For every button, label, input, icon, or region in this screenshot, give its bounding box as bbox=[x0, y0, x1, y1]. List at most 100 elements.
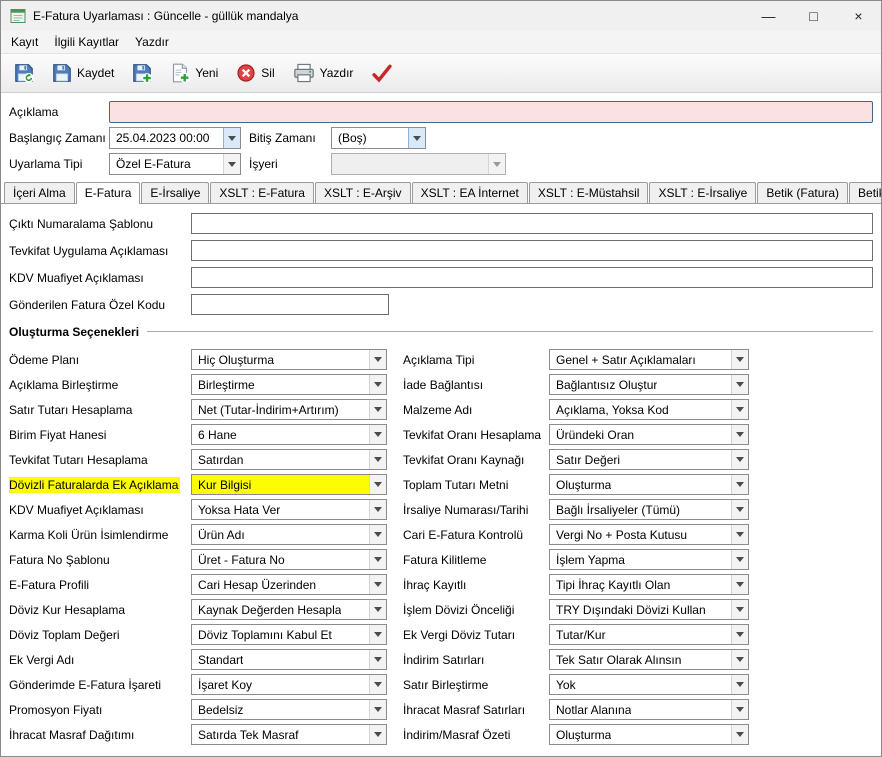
chevron-down-icon bbox=[731, 475, 748, 494]
save-refresh-icon bbox=[14, 63, 34, 83]
sil-button[interactable]: Sil bbox=[228, 58, 282, 88]
approve-icon bbox=[371, 63, 393, 83]
select-kdv-muafiyet-aciklamasi[interactable]: Yoksa Hata Ver bbox=[191, 499, 387, 520]
tab-xslt-e-arsiv[interactable]: XSLT : E-Arşiv bbox=[315, 182, 411, 203]
kaydet-button[interactable]: Kaydet bbox=[44, 58, 122, 88]
options-row: Döviz Kur HesaplamaKaynak Değerden Hesap… bbox=[9, 597, 873, 622]
tab-xslt-e-fatura[interactable]: XSLT : E-Fatura bbox=[210, 182, 314, 203]
select-karma-koli-urun-isimlendirme[interactable]: Ürün Adı bbox=[191, 524, 387, 545]
menu-ilgili-kayitlar[interactable]: İlgili Kayıtlar bbox=[46, 31, 127, 53]
tab-iceri-alma[interactable]: İçeri Alma bbox=[4, 182, 75, 203]
selected-value: 6 Hane bbox=[198, 428, 237, 442]
save-refresh-button[interactable] bbox=[6, 58, 42, 88]
chevron-down-icon bbox=[731, 500, 748, 519]
chevron-down-icon bbox=[731, 400, 748, 419]
label-doviz-kur-hesaplama: Döviz Kur Hesaplama bbox=[9, 603, 191, 617]
save-new-icon bbox=[132, 63, 152, 83]
select-indirim-masraf-ozeti[interactable]: Oluşturma bbox=[549, 724, 749, 745]
tab-xslt-ea-internet[interactable]: XSLT : EA İnternet bbox=[412, 182, 528, 203]
select-birim-fiyat-hanesi[interactable]: 6 Hane bbox=[191, 424, 387, 445]
select-irsaliye-numarasi-tarihi[interactable]: Bağlı İrsaliyeler (Tümü) bbox=[549, 499, 749, 520]
select-islem-dovizi-onceligi[interactable]: TRY Dışındaki Dövizi Kullan bbox=[549, 599, 749, 620]
minimize-button[interactable]: — bbox=[746, 1, 791, 31]
select-gonderimde-e-fatura-isareti[interactable]: İşaret Koy bbox=[191, 674, 387, 695]
yeni-button[interactable]: Yeni bbox=[162, 58, 226, 88]
chevron-down-icon bbox=[488, 154, 505, 174]
chevron-down-icon bbox=[731, 525, 748, 544]
save-icon bbox=[52, 63, 72, 83]
tevkifat-uygulama-aciklamasi-input[interactable] bbox=[191, 240, 873, 261]
tab-e-fatura[interactable]: E-Fatura bbox=[76, 182, 141, 204]
select-fatura-kilitleme[interactable]: İşlem Yapma bbox=[549, 549, 749, 570]
select-toplam-tutari-metni[interactable]: Oluşturma bbox=[549, 474, 749, 495]
tab-betik-fatura[interactable]: Betik (Fatura) bbox=[757, 182, 848, 203]
label-ek-vergi-doviz-tutari: Ek Vergi Döviz Tutarı bbox=[403, 628, 549, 642]
chevron-down-icon bbox=[731, 625, 748, 644]
isyeri-label: İşyeri bbox=[249, 157, 331, 171]
label-toplam-tutari-metni: Toplam Tutarı Metni bbox=[403, 478, 549, 492]
label-karma-koli-urun-isimlendirme: Karma Koli Ürün İsimlendirme bbox=[9, 528, 191, 542]
select-aciklama-birlestirme[interactable]: Birleştirme bbox=[191, 374, 387, 395]
selected-value: Hiç Oluşturma bbox=[198, 353, 274, 367]
cikti-numaralama-sablonu-input[interactable] bbox=[191, 213, 873, 234]
gonderilen-fatura-ozel-kodu-input[interactable] bbox=[191, 294, 389, 315]
select-iade-baglantisi[interactable]: Bağlantısız Oluştur bbox=[549, 374, 749, 395]
field-row: Çıktı Numaralama Şablonu bbox=[9, 213, 873, 234]
select-tevkifat-orani-kaynagi[interactable]: Satır Değeri bbox=[549, 449, 749, 470]
select-ihrac-kayitli[interactable]: Tipi İhraç Kayıtlı Olan bbox=[549, 574, 749, 595]
selected-value: Döviz Toplamını Kabul Et bbox=[198, 628, 332, 642]
selected-value: İşlem Yapma bbox=[556, 553, 625, 567]
tab-xslt-e-mustahsil[interactable]: XSLT : E-Müstahsil bbox=[529, 182, 649, 203]
selected-value: Tutar/Kur bbox=[556, 628, 606, 642]
toolbar: Kaydet YeniSil Yazdır bbox=[1, 53, 881, 93]
close-button[interactable]: × bbox=[836, 1, 881, 31]
delete-icon bbox=[236, 63, 256, 83]
tab-betik-satir[interactable]: Betik (Satır) bbox=[849, 182, 882, 203]
kdv-muafiyet-aciklamasi-input[interactable] bbox=[191, 267, 873, 288]
select-satir-birlestirme[interactable]: Yok bbox=[549, 674, 749, 695]
select-malzeme-adi[interactable]: Açıklama, Yoksa Kod bbox=[549, 399, 749, 420]
select-odeme-plani[interactable]: Hiç Oluşturma bbox=[191, 349, 387, 370]
options-row: Döviz Toplam DeğeriDöviz Toplamını Kabul… bbox=[9, 622, 873, 647]
maximize-button[interactable]: □ bbox=[791, 1, 836, 31]
approve-button[interactable] bbox=[363, 58, 401, 88]
select-doviz-kur-hesaplama[interactable]: Kaynak Değerden Hesapla bbox=[191, 599, 387, 620]
label-odeme-plani: Ödeme Planı bbox=[9, 353, 191, 367]
aciklama-input[interactable] bbox=[109, 101, 873, 123]
select-ek-vergi-adi[interactable]: Standart bbox=[191, 649, 387, 670]
selected-value: Net (Tutar-İndirim+Artırım) bbox=[198, 403, 339, 417]
uyarlama-tipi-select[interactable]: Özel E-Fatura bbox=[109, 153, 241, 175]
select-aciklama-tipi[interactable]: Genel + Satır Açıklamaları bbox=[549, 349, 749, 370]
selected-value: Oluşturma bbox=[556, 478, 611, 492]
select-cari-e-fatura-kontrolu[interactable]: Vergi No + Posta Kutusu bbox=[549, 524, 749, 545]
select-dovizli-faturalarda-ek-aciklama[interactable]: Kur Bilgisi bbox=[191, 474, 387, 495]
select-ihracat-masraf-satirlari[interactable]: Notlar Alanına bbox=[549, 699, 749, 720]
yazdir-button[interactable]: Yazdır bbox=[285, 58, 362, 88]
selected-value: TRY Dışındaki Dövizi Kullan bbox=[556, 603, 706, 617]
select-tevkifat-tutari-hesaplama[interactable]: Satırdan bbox=[191, 449, 387, 470]
bitis-zamani-select[interactable]: (Boş) bbox=[331, 127, 426, 149]
tab-e-irsaliye[interactable]: E-İrsaliye bbox=[141, 182, 209, 203]
baslangic-zamani-value: 25.04.2023 00:00 bbox=[116, 131, 209, 145]
label-kdv-muafiyet-aciklamasi: KDV Muafiyet Açıklaması bbox=[9, 271, 191, 285]
select-e-fatura-profili[interactable]: Cari Hesap Üzerinden bbox=[191, 574, 387, 595]
select-fatura-no-sablonu[interactable]: Üret - Fatura No bbox=[191, 549, 387, 570]
baslangic-zamani-select[interactable]: 25.04.2023 00:00 bbox=[109, 127, 241, 149]
save-new-button[interactable] bbox=[124, 58, 160, 88]
select-indirim-satirlari[interactable]: Tek Satır Olarak Alınsın bbox=[549, 649, 749, 670]
select-doviz-toplam-degeri[interactable]: Döviz Toplamını Kabul Et bbox=[191, 624, 387, 645]
label-e-fatura-profili: E-Fatura Profili bbox=[9, 578, 191, 592]
select-promosyon-fiyati[interactable]: Bedelsiz bbox=[191, 699, 387, 720]
options-row: KDV Muafiyet AçıklamasıYoksa Hata Verİrs… bbox=[9, 497, 873, 522]
menu-yazdir[interactable]: Yazdır bbox=[127, 31, 177, 53]
select-ek-vergi-doviz-tutari[interactable]: Tutar/Kur bbox=[549, 624, 749, 645]
group-header: Oluşturma Seçenekleri bbox=[9, 323, 873, 340]
select-ihracat-masraf-dagitimi[interactable]: Satırda Tek Masraf bbox=[191, 724, 387, 745]
tab-xslt-e-irsaliye[interactable]: XSLT : E-İrsaliye bbox=[649, 182, 756, 203]
select-tevkifat-orani-hesaplama[interactable]: Üründeki Oran bbox=[549, 424, 749, 445]
menu-kayit[interactable]: Kayıt bbox=[3, 31, 46, 53]
toolbar-button-label: Yazdır bbox=[320, 66, 354, 80]
label-cikti-numaralama-sablonu: Çıktı Numaralama Şablonu bbox=[9, 217, 191, 231]
chevron-down-icon bbox=[369, 675, 386, 694]
select-satir-tutari-hesaplama[interactable]: Net (Tutar-İndirim+Artırım) bbox=[191, 399, 387, 420]
